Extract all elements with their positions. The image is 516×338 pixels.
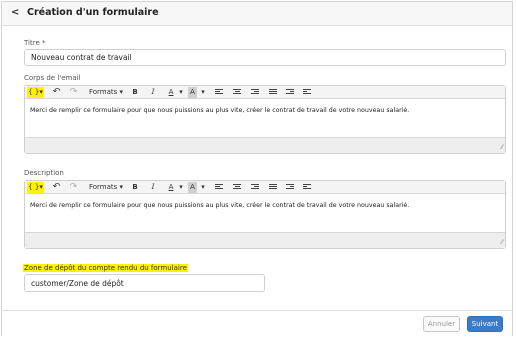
chevron-down-icon: ▾ — [119, 183, 124, 191]
align-left-icon[interactable] — [214, 87, 224, 98]
align-right-icon[interactable] — [250, 87, 260, 98]
indent-icon[interactable] — [302, 87, 312, 98]
formats-dropdown[interactable]: Formats ▾ — [88, 87, 124, 98]
outdent-icon[interactable] — [285, 182, 295, 193]
description-editor: { }▾ ↶ ↷ Formats ▾ B I A ▾ A ▾ Merci de … — [24, 180, 506, 249]
email-body-content[interactable]: Merci de remplir ce formulaire pour que … — [30, 107, 409, 114]
undo-icon[interactable]: ↶ — [52, 182, 61, 193]
title-input[interactable]: Nouveau contrat de travail — [24, 49, 506, 66]
resize-handle-icon[interactable]: ⁄⁄ — [501, 144, 503, 151]
description-label: Description — [24, 169, 64, 177]
next-button[interactable]: Suivant — [467, 316, 503, 332]
title-label: Titre * — [24, 39, 46, 47]
variables-dropdown[interactable]: { }▾ — [27, 182, 44, 193]
chevron-down-icon: ▾ — [119, 88, 124, 96]
editor-statusbar: ⁄⁄ — [25, 232, 505, 248]
email-body-editor: { }▾ ↶ ↷ Formats ▾ B I A ▾ A ▾ Merci de … — [24, 85, 506, 154]
italic-button[interactable]: I — [149, 182, 157, 193]
page-title: Création d'un formulaire — [27, 7, 159, 18]
title-input-value: Nouveau contrat de travail — [31, 53, 132, 62]
cancel-button[interactable]: Annuler — [423, 316, 460, 332]
bold-button[interactable]: B — [131, 182, 139, 193]
font-color-button[interactable]: A — [166, 182, 176, 193]
braces-icon: { } — [28, 183, 40, 191]
chevron-down-icon[interactable]: ▾ — [178, 182, 184, 193]
braces-icon: { } — [28, 88, 40, 96]
editor-statusbar: ⁄⁄ — [25, 137, 505, 153]
chevron-down-icon[interactable]: ▾ — [200, 87, 206, 98]
formats-dropdown[interactable]: Formats ▾ — [88, 182, 124, 193]
outdent-icon[interactable] — [285, 87, 295, 98]
italic-button[interactable]: I — [149, 87, 157, 98]
chevron-down-icon: ▾ — [39, 88, 43, 96]
description-editor-toolbar: { }▾ ↶ ↷ Formats ▾ B I A ▾ A ▾ — [25, 181, 505, 194]
email-body-label: Corps de l'email — [24, 74, 81, 82]
font-color-button[interactable]: A — [166, 87, 176, 98]
align-right-icon[interactable] — [250, 182, 260, 193]
undo-icon[interactable]: ↶ — [52, 87, 61, 98]
align-center-icon[interactable] — [232, 87, 242, 98]
align-justify-icon[interactable] — [268, 87, 278, 98]
formats-label: Formats — [88, 183, 118, 191]
background-color-button[interactable]: A — [188, 87, 197, 98]
chevron-down-icon[interactable]: ▾ — [200, 182, 206, 193]
chevron-down-icon: ▾ — [39, 183, 43, 191]
bold-button[interactable]: B — [131, 87, 139, 98]
background-color-button[interactable]: A — [188, 182, 197, 193]
redo-icon[interactable]: ↷ — [69, 87, 78, 98]
align-center-icon[interactable] — [232, 182, 242, 193]
deposit-zone-value: customer/Zone de dépôt — [31, 278, 124, 288]
formats-label: Formats — [88, 88, 118, 96]
panel-footer: Annuler Suivant — [2, 310, 512, 336]
align-left-icon[interactable] — [214, 182, 224, 193]
indent-icon[interactable] — [302, 182, 312, 193]
panel-header: < Création d'un formulaire — [2, 2, 512, 26]
deposit-zone-label: Zone de dépôt du compte rendu du formula… — [23, 264, 188, 272]
variables-dropdown[interactable]: { }▾ — [27, 87, 44, 98]
description-content[interactable]: Merci de remplir ce formulaire pour que … — [30, 202, 409, 209]
email-editor-toolbar: { }▾ ↶ ↷ Formats ▾ B I A ▾ A ▾ — [25, 86, 505, 99]
chevron-left-icon[interactable]: < — [11, 7, 19, 18]
align-justify-icon[interactable] — [268, 182, 278, 193]
deposit-zone-input[interactable]: customer/Zone de dépôt — [24, 274, 265, 292]
chevron-down-icon[interactable]: ▾ — [178, 87, 184, 98]
redo-icon[interactable]: ↷ — [69, 182, 78, 193]
form-panel: < Création d'un formulaire Titre * Nouve… — [1, 1, 513, 336]
resize-handle-icon[interactable]: ⁄⁄ — [501, 239, 503, 246]
